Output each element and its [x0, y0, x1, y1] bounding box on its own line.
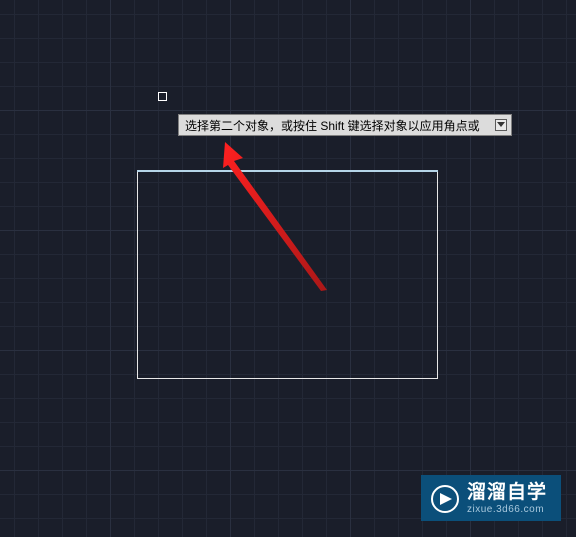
- watermark-brand: 溜溜自学: [467, 483, 547, 504]
- play-icon: [431, 485, 459, 513]
- watermark-url: zixue.3d66.com: [467, 504, 547, 515]
- watermark-badge: 溜溜自学 zixue.3d66.com: [421, 475, 561, 521]
- drawing-rectangle[interactable]: [137, 170, 438, 379]
- tooltip-text: 选择第二个对象，或按住 Shift 键选择对象以应用角点或: [185, 117, 480, 134]
- command-tooltip: 选择第二个对象，或按住 Shift 键选择对象以应用角点或: [178, 114, 512, 136]
- cursor-pickbox: [158, 92, 167, 101]
- dropdown-icon[interactable]: [495, 119, 507, 131]
- selected-edge[interactable]: [137, 170, 438, 172]
